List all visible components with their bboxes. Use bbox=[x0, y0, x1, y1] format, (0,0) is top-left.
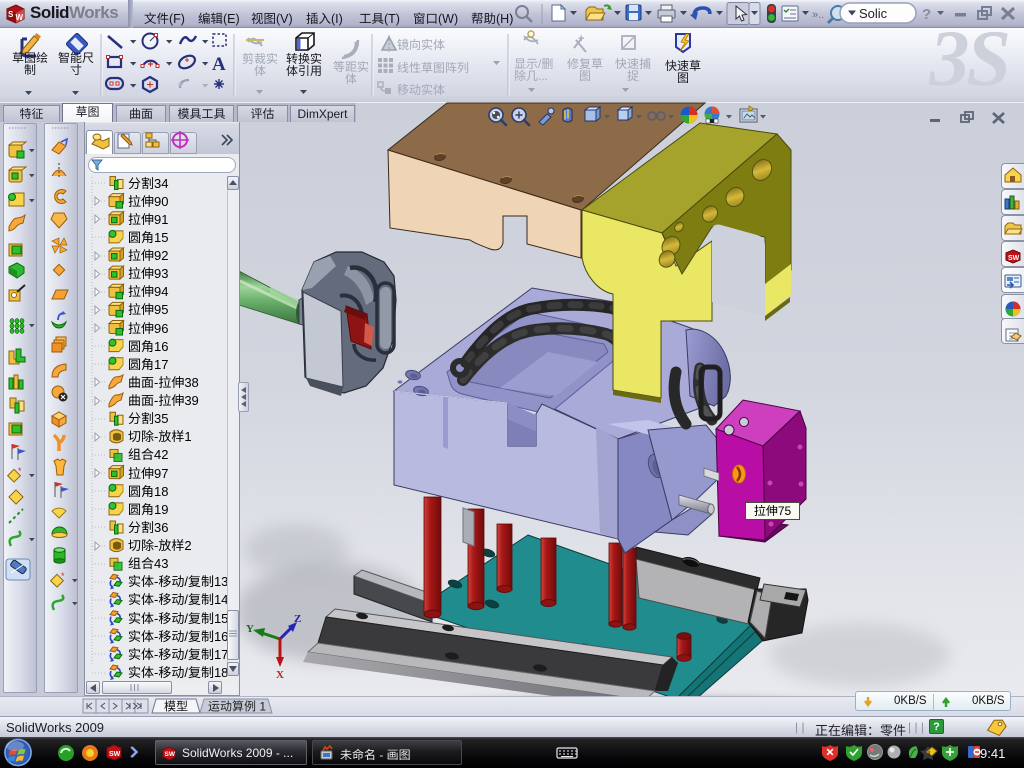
svg-text:圆角16: 圆角16 bbox=[128, 339, 168, 354]
svg-text:曲面-拉伸39: 曲面-拉伸39 bbox=[128, 393, 199, 408]
svg-text:拉伸92: 拉伸92 bbox=[128, 248, 168, 263]
svg-text:拉伸94: 拉伸94 bbox=[128, 284, 168, 299]
svg-text:»..: ».. bbox=[812, 9, 824, 21]
svg-text:拉伸93: 拉伸93 bbox=[128, 266, 168, 281]
svg-text:拉伸90: 拉伸90 bbox=[128, 194, 168, 209]
svg-text:切除-放样2: 切除-放样2 bbox=[128, 538, 192, 553]
svg-text:分割36: 分割36 bbox=[128, 520, 168, 535]
svg-text:圆角18: 圆角18 bbox=[128, 484, 168, 499]
svg-text:拉伸91: 拉伸91 bbox=[128, 212, 168, 227]
svg-text:+: + bbox=[578, 33, 584, 45]
svg-text:拉伸97: 拉伸97 bbox=[128, 466, 168, 481]
svg-text:曲面-拉伸38: 曲面-拉伸38 bbox=[128, 375, 199, 390]
svg-text:Solic: Solic bbox=[859, 6, 888, 21]
svg-text:实体-移动/复制14: 实体-移动/复制14 bbox=[128, 592, 228, 607]
svg-text:!: ! bbox=[928, 751, 930, 758]
svg-text:运动算例 1: 运动算例 1 bbox=[208, 700, 266, 714]
svg-text:实体-移动/复制13: 实体-移动/复制13 bbox=[128, 574, 228, 589]
svg-text:分割34: 分割34 bbox=[128, 176, 168, 191]
svg-text:模型: 模型 bbox=[164, 700, 188, 714]
svg-text:X: X bbox=[276, 669, 284, 681]
svg-text:SW: SW bbox=[109, 751, 121, 758]
svg-text:拉伸95: 拉伸95 bbox=[128, 302, 168, 317]
svg-text:圆角19: 圆角19 bbox=[128, 502, 168, 517]
svg-text:实体-移动/复制17: 实体-移动/复制17 bbox=[128, 647, 228, 662]
svg-text:圆角15: 圆角15 bbox=[128, 230, 168, 245]
svg-text:切除-放样1: 切除-放样1 bbox=[128, 429, 192, 444]
svg-text:拉伸96: 拉伸96 bbox=[128, 321, 168, 336]
svg-text:A: A bbox=[212, 54, 226, 75]
svg-text:实体-移动/复制18: 实体-移动/复制18 bbox=[128, 665, 228, 680]
svg-text:组合43: 组合43 bbox=[128, 556, 168, 571]
svg-text:Z: Z bbox=[294, 613, 301, 625]
svg-text:组合42: 组合42 bbox=[128, 447, 168, 462]
svg-text:实体-移动/复制15: 实体-移动/复制15 bbox=[128, 611, 228, 626]
svg-text:Y: Y bbox=[246, 623, 254, 635]
svg-text:SW: SW bbox=[165, 751, 176, 758]
svg-text:实体-移动/复制16: 实体-移动/复制16 bbox=[128, 629, 228, 644]
svg-text:圆角17: 圆角17 bbox=[128, 357, 168, 372]
svg-text:*: * bbox=[61, 571, 65, 581]
svg-text:SW: SW bbox=[1008, 255, 1020, 262]
svg-text:分割35: 分割35 bbox=[128, 411, 168, 426]
